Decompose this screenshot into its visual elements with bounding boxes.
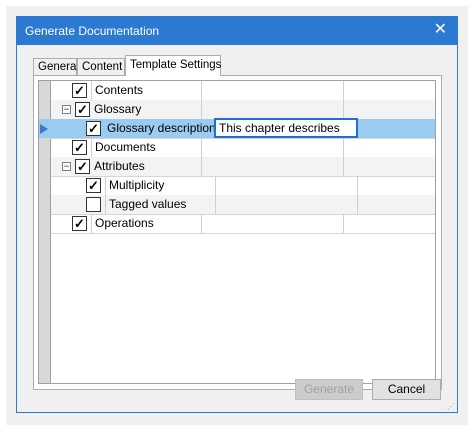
attributes-value[interactable] bbox=[201, 157, 343, 176]
close-icon[interactable]: ✕ bbox=[434, 20, 447, 40]
glossary-description-input[interactable]: This chapter describes bbox=[214, 118, 358, 138]
attributes-label: Attributes bbox=[94, 159, 145, 173]
contents-checkbox[interactable]: ✓ bbox=[72, 83, 87, 98]
operations-label: Operations bbox=[91, 214, 201, 233]
multiplicity-value[interactable] bbox=[215, 176, 357, 195]
operations-checkbox[interactable]: ✓ bbox=[72, 216, 87, 231]
grid-row-tagged-values[interactable]: Tagged values bbox=[51, 195, 435, 215]
glossary-label: Glossary bbox=[94, 102, 142, 116]
tab-content[interactable]: Content bbox=[77, 58, 125, 75]
grid-row-glossary[interactable]: − ✓ Glossary bbox=[51, 100, 435, 120]
tagged-values-value[interactable] bbox=[215, 195, 357, 214]
attributes-collapse-icon[interactable]: − bbox=[62, 162, 71, 171]
multiplicity-label: Multiplicity bbox=[105, 176, 215, 195]
glossary-description-label: Glossary description: bbox=[107, 121, 220, 135]
contents-value[interactable] bbox=[201, 81, 343, 100]
documents-extra bbox=[343, 138, 435, 157]
documents-label: Documents bbox=[91, 138, 201, 157]
grid-row-operations[interactable]: ✓ Operations bbox=[51, 214, 435, 234]
tab-template-settings[interactable]: Template Settings bbox=[125, 55, 221, 76]
dialog-window: Generate Documentation ✕ General Content… bbox=[16, 16, 458, 413]
tagged-values-extra bbox=[357, 195, 435, 214]
window-title: Generate Documentation bbox=[25, 24, 160, 38]
grid-row-documents[interactable]: ✓ Documents bbox=[51, 138, 435, 158]
tagged-values-checkbox[interactable] bbox=[86, 197, 101, 212]
glossary-checkbox[interactable]: ✓ bbox=[75, 102, 90, 117]
glossary-extra bbox=[343, 100, 435, 119]
attributes-extra bbox=[343, 157, 435, 176]
cancel-button[interactable]: Cancel bbox=[372, 379, 441, 400]
title-bar[interactable]: Generate Documentation ✕ bbox=[17, 17, 457, 45]
glossary-value[interactable] bbox=[201, 100, 343, 119]
contents-label: Contents bbox=[91, 81, 201, 100]
contents-extra bbox=[343, 81, 435, 100]
attributes-checkbox[interactable]: ✓ bbox=[75, 159, 90, 174]
settings-grid: ✓ Contents − ✓ Glossary ✓ Glossary descr… bbox=[38, 80, 436, 384]
glossary-description-checkbox[interactable]: ✓ bbox=[86, 121, 101, 136]
multiplicity-extra bbox=[357, 176, 435, 195]
resize-grip-icon[interactable]: ⋰ bbox=[447, 403, 455, 411]
grid-row-multiplicity[interactable]: ✓ Multiplicity bbox=[51, 176, 435, 196]
operations-value[interactable] bbox=[201, 214, 343, 233]
documents-value[interactable] bbox=[201, 138, 343, 157]
glossary-collapse-icon[interactable]: − bbox=[62, 105, 71, 114]
generate-button[interactable]: Generate bbox=[295, 379, 363, 400]
current-row-pointer-icon bbox=[40, 124, 48, 134]
operations-extra bbox=[343, 214, 435, 233]
grid-row-contents[interactable]: ✓ Contents bbox=[51, 81, 435, 101]
multiplicity-checkbox[interactable]: ✓ bbox=[86, 178, 101, 193]
documents-checkbox[interactable]: ✓ bbox=[72, 140, 87, 155]
tagged-values-label: Tagged values bbox=[105, 195, 215, 214]
tab-general[interactable]: General bbox=[33, 58, 79, 75]
grid-row-glossary-description[interactable]: ✓ Glossary description: This chapter des… bbox=[39, 118, 435, 139]
grid-row-attributes[interactable]: − ✓ Attributes bbox=[51, 157, 435, 177]
